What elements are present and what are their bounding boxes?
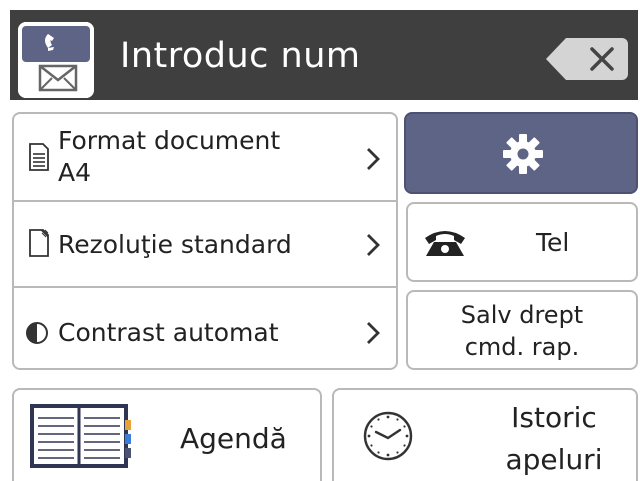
tel-label: Tel	[536, 228, 570, 257]
document-format-icon	[24, 142, 52, 172]
header-bar: Introduc num	[10, 10, 638, 100]
clock-icon	[363, 411, 413, 461]
backspace-button[interactable]	[546, 38, 628, 80]
salv-label-line1: Salv drept	[460, 301, 584, 329]
settings-button[interactable]	[404, 112, 638, 194]
istoric-label-line2: apeluri	[505, 443, 603, 476]
chevron-right-icon	[364, 230, 382, 260]
tel-button[interactable]: Tel	[406, 202, 638, 282]
option-format-document[interactable]: Format document A4	[14, 114, 396, 200]
contrast-icon	[24, 318, 52, 348]
option-label: Format document	[58, 126, 281, 155]
resolution-icon	[24, 228, 52, 258]
page-title: Introduc num	[120, 36, 361, 76]
option-contrast[interactable]: Contrast automat	[14, 288, 396, 368]
option-rezolutie[interactable]: Rezoluţie standard	[14, 202, 396, 286]
save-as-shortcut-button[interactable]: Salv drept cmd. rap.	[406, 290, 638, 370]
chevron-right-icon	[364, 144, 382, 174]
option-label: Contrast automat	[58, 318, 279, 347]
salv-label-line2: cmd. rap.	[464, 333, 580, 361]
backspace-icon	[546, 38, 628, 80]
address-book-icon	[30, 404, 131, 468]
fax-phone-envelope-icon	[18, 22, 94, 98]
address-book-button[interactable]: Agendă	[12, 388, 322, 481]
call-history-button[interactable]: Istoric apeluri	[332, 388, 638, 481]
fax-options-panel: Format document A4 Rezoluţie standard Co…	[12, 112, 398, 370]
istoric-label-line1: Istoric	[511, 401, 597, 434]
option-label: Rezoluţie standard	[58, 230, 292, 259]
gear-icon	[503, 134, 543, 174]
telephone-icon	[425, 231, 465, 256]
chevron-right-icon	[364, 318, 382, 348]
option-value: A4	[58, 158, 92, 187]
agenda-label: Agendă	[180, 422, 287, 455]
